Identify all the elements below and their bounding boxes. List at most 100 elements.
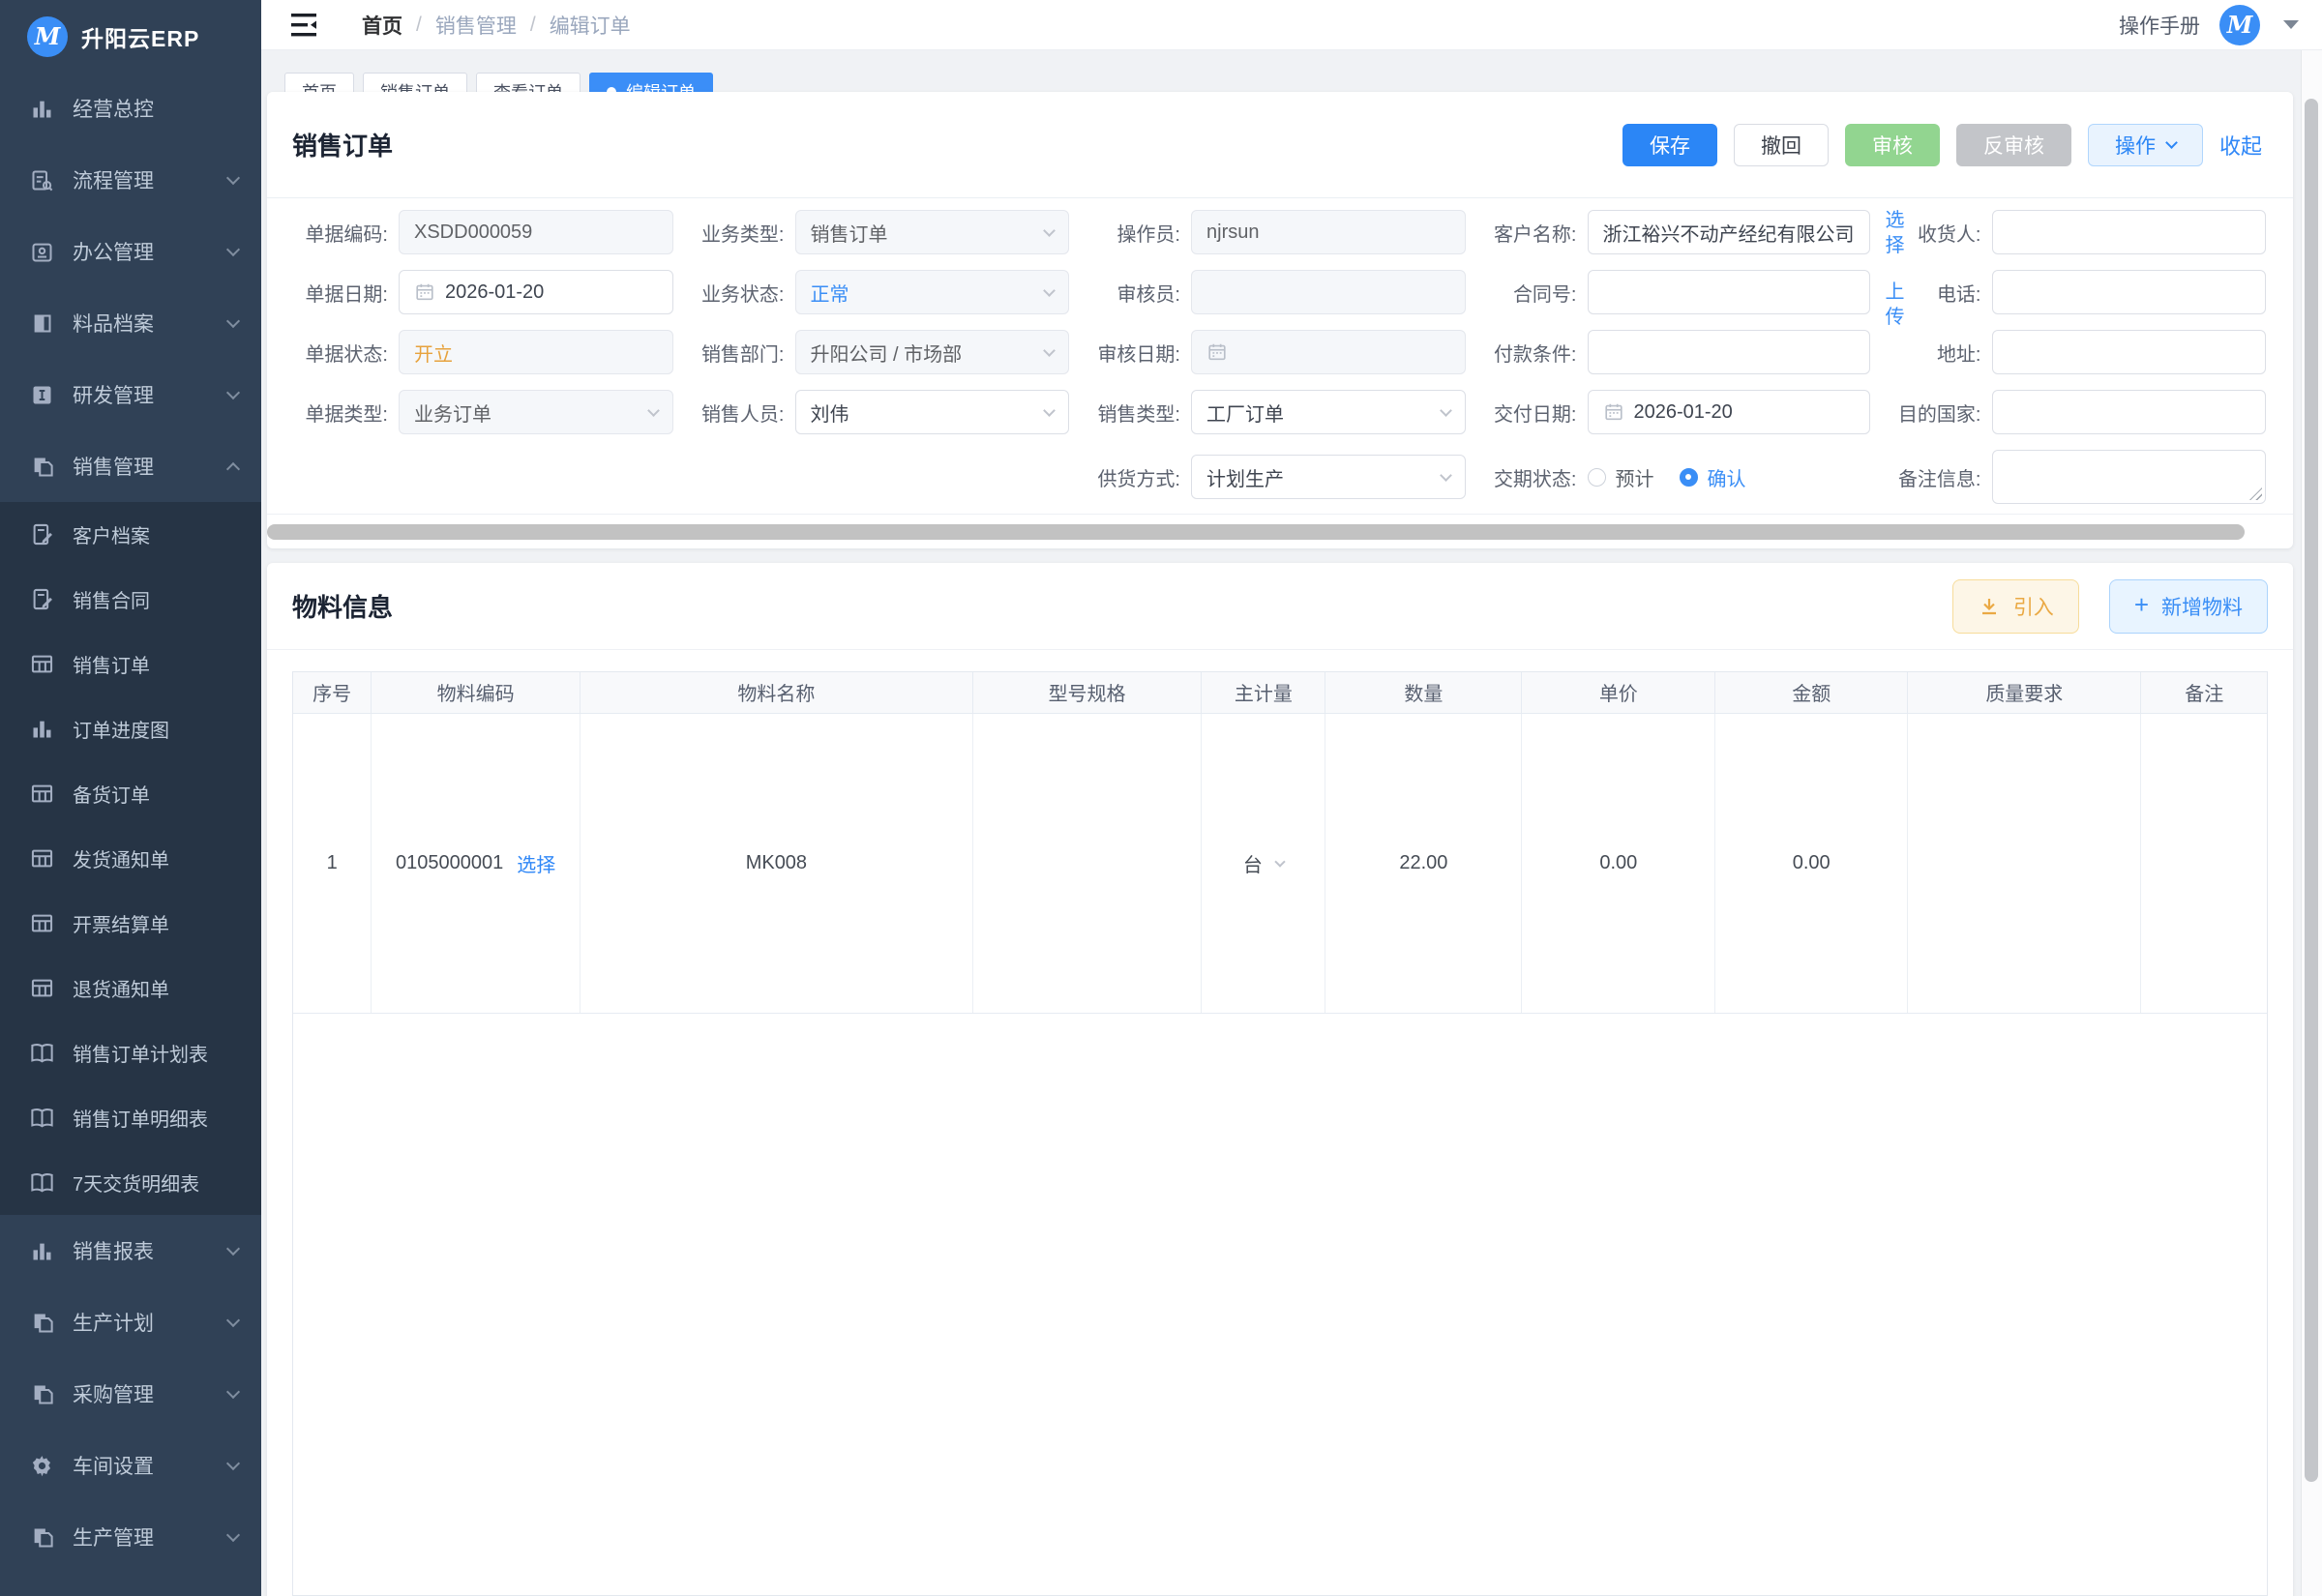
sidebar-item-processing-workshop[interactable]: 加工车间 — [0, 1573, 261, 1596]
delivery-status-radio-confirm[interactable]: 确认 — [1680, 463, 1746, 491]
sidebar-item-shipping-notice[interactable]: 发货通知单 — [0, 826, 261, 891]
material-code: 0105000001 — [396, 852, 503, 874]
sidebar-item-order-progress[interactable]: 订单进度图 — [0, 696, 261, 761]
field-value: 计划生产 — [1206, 463, 1284, 491]
unaudit-button[interactable]: 反审核 — [1956, 124, 2071, 166]
gear-icon — [29, 1453, 55, 1479]
vertical-scrollbar — [2301, 50, 2322, 1596]
sidebar-item-seven-day-delivery[interactable]: 7天交货明细表 — [0, 1150, 261, 1215]
field-label: 单据状态: — [290, 339, 399, 367]
dest-country-field[interactable] — [1992, 390, 2267, 434]
sales-type-select[interactable]: 工厂订单 — [1191, 390, 1466, 434]
table-icon — [29, 975, 55, 1001]
sidebar-item-process[interactable]: 流程管理 — [0, 144, 261, 216]
field-value: XSDD000059 — [414, 222, 532, 244]
cell-seq: 1 — [293, 713, 372, 1013]
sidebar-item-purchasing[interactable]: 采购管理 — [0, 1358, 261, 1430]
collapse-link[interactable]: 收起 — [2219, 130, 2262, 161]
sidebar-item-label: 研发管理 — [73, 380, 154, 409]
supply-mode-select[interactable]: 计划生产 — [1191, 455, 1466, 499]
field-label: 操作员: — [1083, 219, 1191, 247]
col-unit: 主计量 — [1202, 672, 1325, 713]
col-qty: 数量 — [1325, 672, 1522, 713]
sidebar-item-production-plan[interactable]: 生产计划 — [0, 1286, 261, 1358]
cell-spec — [972, 713, 1201, 1013]
sidebar-item-sales[interactable]: 销售管理 — [0, 430, 261, 502]
sidebar-item-sales-report[interactable]: 销售报表 — [0, 1215, 261, 1286]
manual-link[interactable]: 操作手册 — [2119, 11, 2200, 40]
sidebar-item-rnd[interactable]: 研发管理 — [0, 359, 261, 430]
sidebar-item-sales-order[interactable]: 销售订单 — [0, 632, 261, 696]
dev-icon — [29, 382, 55, 408]
horizontal-scrollbar — [267, 514, 2293, 548]
field-label: 交期状态: — [1479, 463, 1588, 491]
field-label: 备注信息: — [1884, 463, 1992, 491]
col-quality: 质量要求 — [1908, 672, 2141, 713]
col-code: 物料编码 — [372, 672, 580, 713]
sidebar-item-office[interactable]: 办公管理 — [0, 216, 261, 287]
cell-unit[interactable]: 台 — [1202, 713, 1325, 1013]
sidebar-collapse-icon[interactable] — [290, 13, 319, 38]
payment-terms-field[interactable] — [1588, 330, 1870, 374]
import-label: 引入 — [2013, 592, 2054, 621]
delivery-status-radio-estimate[interactable]: 预计 — [1588, 463, 1654, 491]
chevron-down-icon — [647, 404, 660, 417]
sidebar-item-label: 办公管理 — [73, 237, 154, 266]
import-button[interactable]: 引入 — [1952, 579, 2079, 634]
withdraw-button[interactable]: 撤回 — [1734, 124, 1829, 166]
download-icon — [1978, 595, 2001, 618]
chevron-down-icon — [226, 1314, 240, 1327]
field-label: 业务状态: — [687, 279, 795, 307]
delivery-date-field[interactable]: 2026-01-20 — [1588, 390, 1870, 434]
sidebar-item-invoice-settlement[interactable]: 开票结算单 — [0, 891, 261, 956]
remark-textarea[interactable] — [1992, 450, 2267, 504]
user-menu-caret-icon[interactable] — [2283, 20, 2299, 29]
vertical-scrollbar-thumb[interactable] — [2305, 99, 2318, 1482]
address-field[interactable] — [1992, 330, 2267, 374]
breadcrumb-home[interactable]: 首页 — [362, 11, 402, 40]
phone-field[interactable] — [1992, 270, 2267, 314]
sales-dept-select: 升阳公司 / 市场部 — [795, 330, 1070, 374]
field-label: 销售部门: — [687, 339, 795, 367]
breadcrumb-section[interactable]: 销售管理 — [435, 11, 517, 40]
chevron-down-icon — [226, 386, 240, 399]
sidebar-item-customer-files[interactable]: 客户档案 — [0, 502, 261, 567]
contract-no-field[interactable] — [1588, 270, 1870, 314]
material-select-link[interactable]: 选择 — [517, 849, 555, 877]
resize-grip-icon[interactable] — [2249, 488, 2262, 500]
sidebar-item-dashboard[interactable]: 经营总控 — [0, 73, 261, 144]
avatar[interactable]: M — [2219, 5, 2260, 45]
chevron-down-icon — [2165, 136, 2178, 149]
doc-date-field[interactable]: 2026-01-20 — [399, 270, 673, 314]
chevron-down-icon — [1043, 404, 1056, 417]
horizontal-scrollbar-thumb[interactable] — [267, 524, 2245, 540]
customer-field[interactable]: 浙江裕兴不动产经纪有限公司 — [1588, 210, 1870, 254]
sidebar-item-sales-order-plan[interactable]: 销售订单计划表 — [0, 1020, 261, 1085]
receiver-field[interactable] — [1992, 210, 2267, 254]
calendar-icon — [1603, 401, 1624, 423]
sidebar-item-return-notice[interactable]: 退货通知单 — [0, 956, 261, 1020]
sidebar-item-production[interactable]: 生产管理 — [0, 1501, 261, 1573]
sidebar-item-sales-order-detail[interactable]: 销售订单明细表 — [0, 1085, 261, 1150]
sidebar-item-label: 车间设置 — [73, 1451, 154, 1480]
sidebar-item-sales-contract[interactable]: 销售合同 — [0, 567, 261, 632]
field-label: 单据编码: — [290, 219, 399, 247]
sidebar-item-workshop-settings[interactable]: 车间设置 — [0, 1430, 261, 1501]
open-book-icon — [29, 1040, 55, 1066]
table-icon — [29, 910, 55, 936]
save-button[interactable]: 保存 — [1622, 124, 1717, 166]
audit-button[interactable]: 审核 — [1845, 124, 1940, 166]
sidebar-item-stock-order[interactable]: 备货订单 — [0, 761, 261, 826]
table-icon — [29, 651, 55, 677]
col-name: 物料名称 — [580, 672, 972, 713]
more-actions-button[interactable]: 操作 — [2088, 124, 2203, 166]
bar-chart-icon — [29, 96, 55, 122]
cell-name: MK008 — [580, 713, 972, 1013]
sidebar-item-label: 备货订单 — [73, 780, 150, 808]
add-material-button[interactable]: +新增物料 — [2109, 579, 2268, 634]
sidebar-item-materials[interactable]: 料品档案 — [0, 287, 261, 359]
sales-person-select[interactable]: 刘伟 — [795, 390, 1070, 434]
open-book-icon — [29, 1105, 55, 1131]
order-form: 单据编码:XSDD000059 业务类型:销售订单 操作员:njrsun 客户名… — [267, 198, 2293, 514]
field-value: njrsun — [1206, 222, 1259, 244]
